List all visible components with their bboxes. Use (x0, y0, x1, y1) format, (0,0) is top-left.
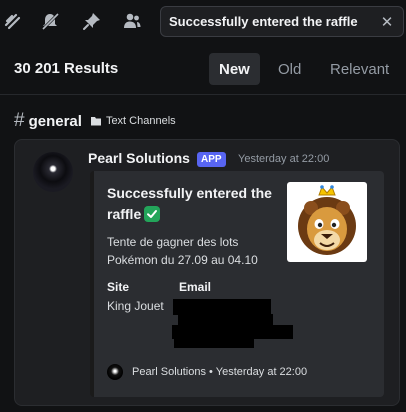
channel-category: Text Channels (105, 115, 176, 127)
search-result-message[interactable]: Pearl Solutions APP Yesterday at 22:00 S… (14, 139, 400, 406)
threads-icon[interactable] (0, 8, 26, 34)
sort-old-button[interactable]: Old (268, 53, 311, 85)
redaction (172, 325, 293, 339)
pin-icon[interactable] (79, 8, 105, 34)
embed-footer: Pearl Solutions • Yesterday at 22:00 (132, 366, 308, 378)
search-input[interactable]: Successfully entered the raffle ✕ (160, 6, 404, 37)
embed-thumbnail[interactable] (287, 182, 367, 262)
author-name[interactable]: Pearl Solutions (88, 150, 190, 166)
app-badge: APP (197, 152, 226, 167)
hash-icon: # (14, 110, 25, 131)
lion-mascot-icon (298, 185, 356, 255)
check-icon (144, 206, 161, 222)
top-toolbar: Successfully entered the raffle ✕ (0, 0, 406, 44)
embed-description: Tente de gagner des lots Pokémon du 27.0… (107, 235, 258, 267)
divider (0, 94, 406, 95)
message-timestamp: Yesterday at 22:00 (238, 153, 330, 165)
field-name-email: Email (179, 280, 212, 294)
footer-avatar (107, 364, 123, 380)
mute-bell-icon[interactable] (37, 8, 63, 34)
close-icon[interactable]: ✕ (377, 12, 397, 32)
embed-title: Successfully entered the raffle (107, 183, 277, 225)
avatar[interactable] (33, 152, 73, 192)
field-name-site: Site (107, 280, 130, 294)
results-count: 30 201 Results (14, 60, 119, 77)
search-query: Successfully entered the raffle (169, 14, 358, 29)
redaction (173, 299, 271, 315)
redaction (174, 338, 254, 348)
embed-title-text: Successfully entered the raffle (107, 185, 272, 222)
sort-relevant-button[interactable]: Relevant (320, 53, 399, 85)
field-value-site: King Jouet (107, 299, 164, 313)
folder-icon (90, 115, 102, 127)
sort-new-button[interactable]: New (209, 53, 260, 85)
channel-header[interactable]: # general Text Channels (14, 110, 176, 132)
embed: Successfully entered the raffle Tente de… (90, 171, 384, 397)
channel-name[interactable]: general (29, 113, 82, 130)
members-icon[interactable] (119, 8, 145, 34)
